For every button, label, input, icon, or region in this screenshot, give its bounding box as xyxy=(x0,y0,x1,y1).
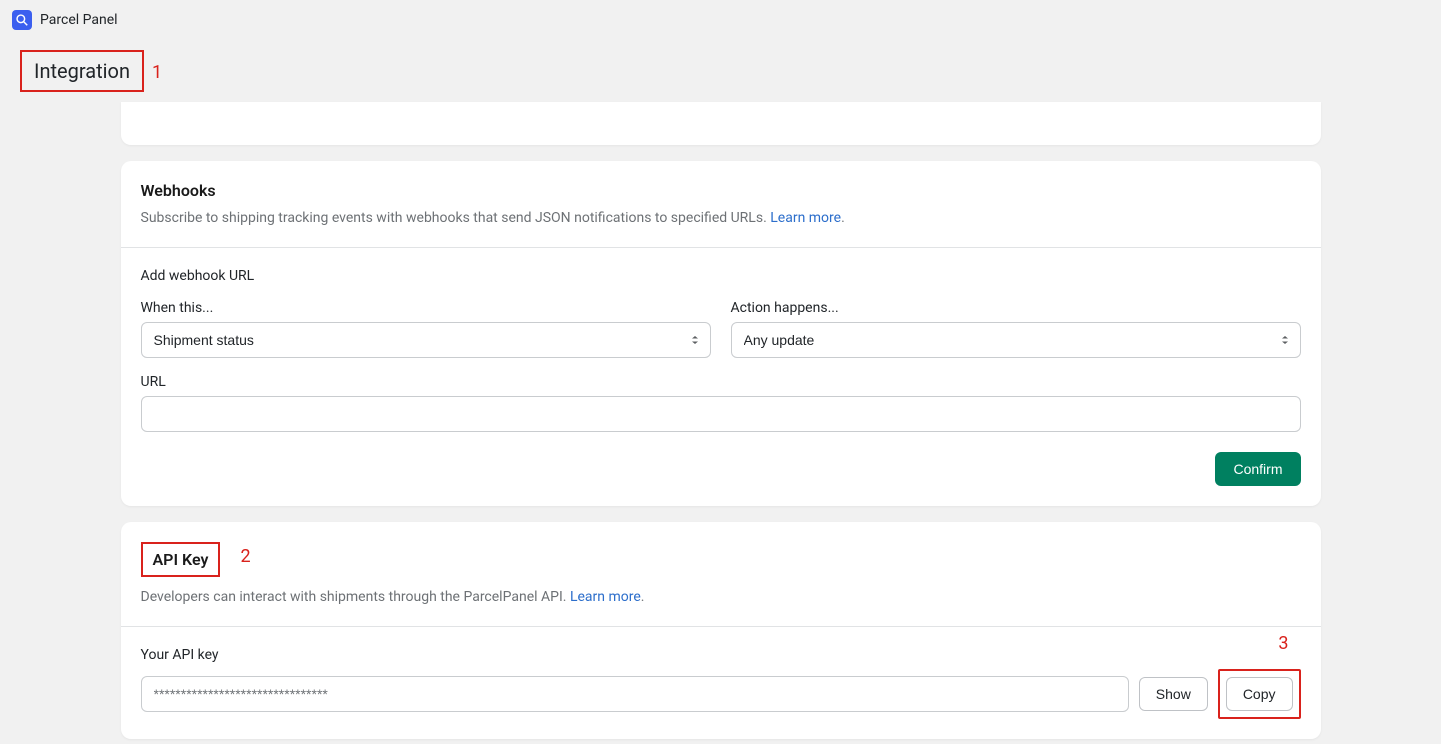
action-col: Action happens... xyxy=(731,300,1301,358)
webhooks-desc: Subscribe to shipping tracking events wi… xyxy=(141,208,1301,229)
add-webhook-heading: Add webhook URL xyxy=(141,268,1301,284)
apikey-title: API Key xyxy=(141,542,221,577)
app-title: Parcel Panel xyxy=(40,12,118,28)
partial-card xyxy=(121,102,1321,145)
app-logo-icon xyxy=(12,10,32,30)
when-this-select-wrap xyxy=(141,322,711,358)
url-block: URL xyxy=(141,374,1301,432)
copy-highlight: Copy xyxy=(1218,669,1301,719)
webhooks-card-header: Webhooks Subscribe to shipping tracking … xyxy=(121,161,1321,247)
url-label: URL xyxy=(141,374,1301,390)
annotation-3: 3 xyxy=(1278,633,1288,654)
when-this-col: When this... xyxy=(141,300,711,358)
webhooks-dot: . xyxy=(841,210,845,226)
webhooks-title: Webhooks xyxy=(141,181,1301,200)
webhook-button-row: Confirm xyxy=(141,452,1301,486)
app-header: Parcel Panel xyxy=(0,0,1441,40)
action-label: Action happens... xyxy=(731,300,1301,316)
your-apikey-label: Your API key xyxy=(141,647,1301,663)
page-header: Integration 1 xyxy=(0,40,1441,102)
apikey-card-header: API Key 2 Developers can interact with s… xyxy=(121,522,1321,626)
when-this-select[interactable] xyxy=(141,322,711,358)
apikey-desc-text: Developers can interact with shipments t… xyxy=(141,589,570,605)
webhooks-card: Webhooks Subscribe to shipping tracking … xyxy=(121,161,1321,506)
url-input[interactable] xyxy=(141,396,1301,432)
webhooks-desc-text: Subscribe to shipping tracking events wi… xyxy=(141,210,771,226)
action-select[interactable] xyxy=(731,322,1301,358)
when-this-label: When this... xyxy=(141,300,711,316)
annotation-1: 1 xyxy=(152,62,162,83)
apikey-desc: Developers can interact with shipments t… xyxy=(141,587,1301,608)
copy-button[interactable]: Copy xyxy=(1226,677,1293,711)
content-area: Webhooks Subscribe to shipping tracking … xyxy=(0,102,1441,739)
annotation-2: 2 xyxy=(241,546,251,567)
webhooks-card-body: Add webhook URL When this... Action happ… xyxy=(121,247,1321,506)
apikey-dot: . xyxy=(641,589,645,605)
show-button[interactable]: Show xyxy=(1139,677,1208,711)
apikey-learn-more-link[interactable]: Learn more xyxy=(570,589,641,605)
apikey-row: Show Copy xyxy=(141,669,1301,719)
action-select-wrap xyxy=(731,322,1301,358)
page-title: Integration xyxy=(20,50,144,92)
webhook-form-row: When this... Action happens... xyxy=(141,300,1301,358)
confirm-button[interactable]: Confirm xyxy=(1215,452,1300,486)
apikey-input[interactable] xyxy=(141,676,1129,712)
webhooks-learn-more-link[interactable]: Learn more xyxy=(770,210,841,226)
apikey-card: API Key 2 Developers can interact with s… xyxy=(121,522,1321,739)
apikey-card-body: 3 Your API key Show Copy xyxy=(121,626,1321,739)
